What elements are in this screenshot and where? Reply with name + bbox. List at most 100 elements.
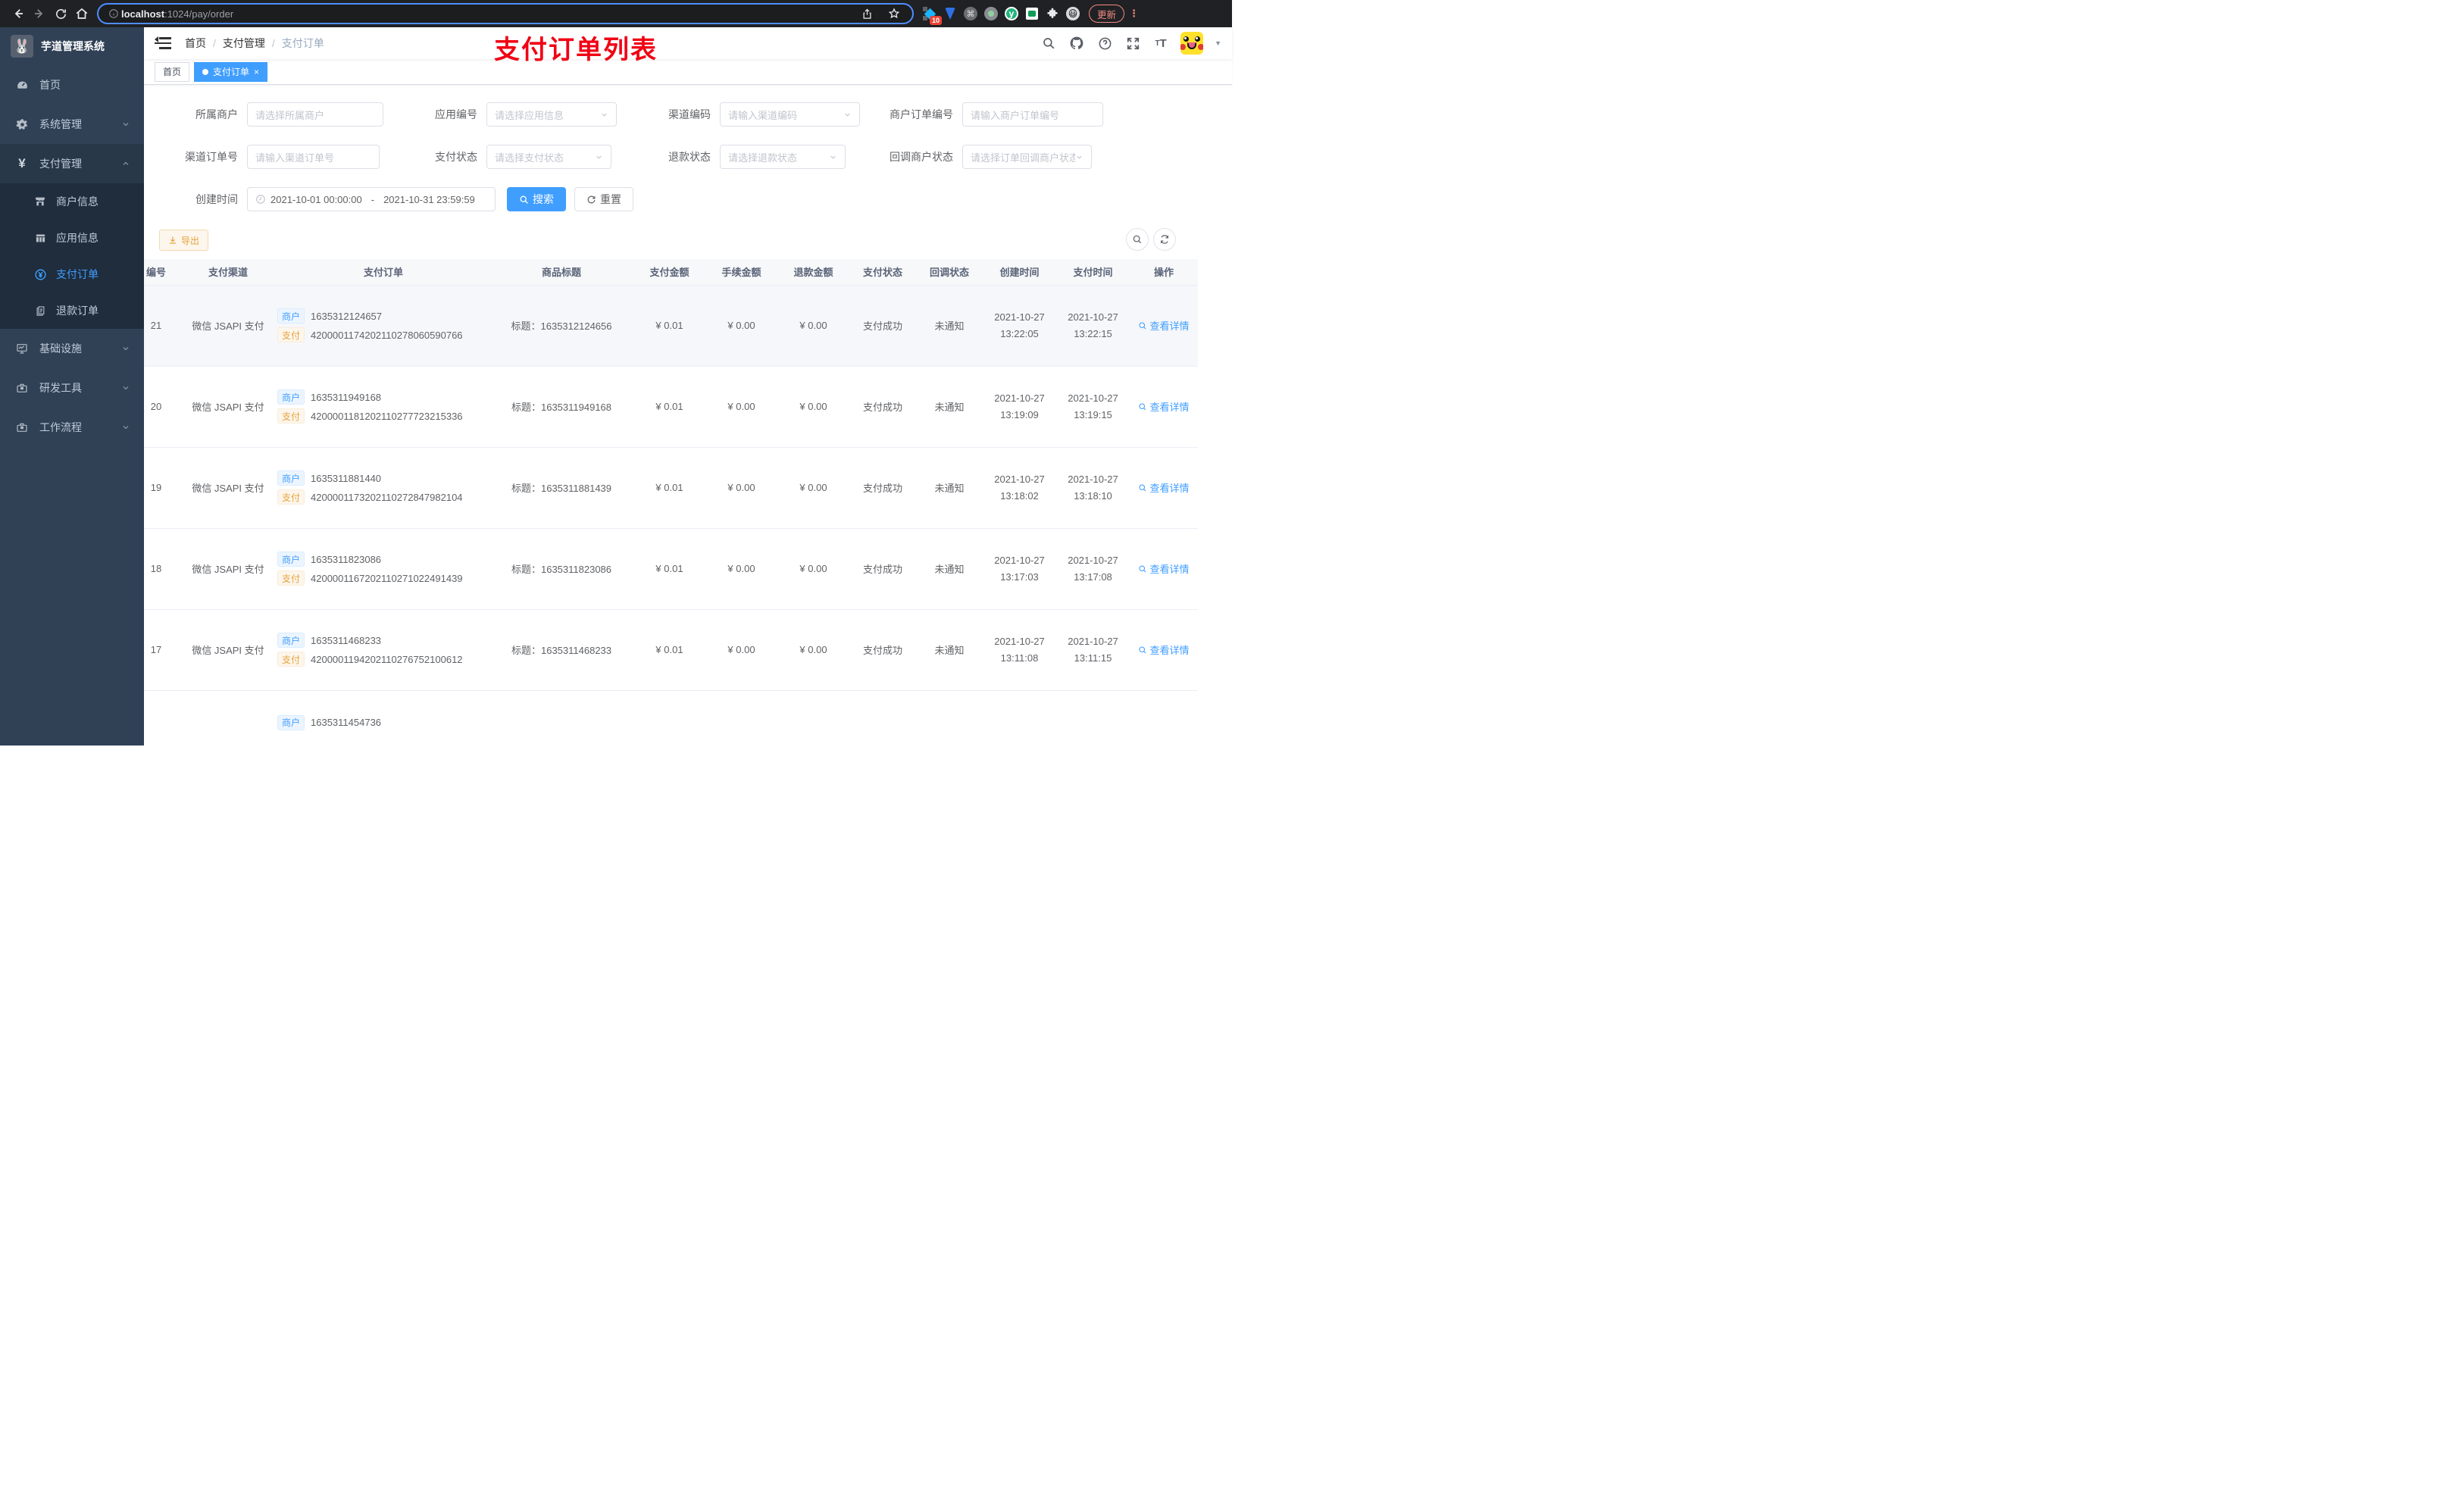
col-fee: 手续金额 [705, 259, 777, 286]
chevron-down-icon [1075, 153, 1083, 161]
merchant-order-no-input[interactable]: 请输入商户订单编号 [962, 102, 1103, 127]
sidebar-item-workflow[interactable]: 工作流程 [0, 408, 144, 447]
chevron-down-icon [121, 383, 130, 392]
caret-down-icon[interactable]: ▼ [1215, 39, 1221, 47]
filter-notify-status: 回调商户状态 请选择订单回调商户状态 [861, 145, 1092, 169]
col-pay-time: 支付时间 [1056, 259, 1130, 286]
sidebar-collapse-icon[interactable] [155, 36, 171, 50]
close-icon[interactable]: × [254, 67, 259, 77]
pay-status-select[interactable]: 请选择支付状态 [486, 145, 611, 169]
orders-table-wrapper: 编号 支付渠道 支付订单 商品标题 支付金额 手续金额 退款金额 支付状态 回调… [144, 259, 1232, 741]
search-button[interactable]: 搜索 [507, 187, 566, 211]
ext-puzzle-icon[interactable] [1046, 7, 1059, 20]
extensions-strip: 10 ⌘ y 😃 [923, 7, 1080, 25]
fullscreen-icon[interactable] [1124, 35, 1141, 52]
back-icon[interactable] [8, 3, 29, 24]
col-pay-status: 支付状态 [849, 259, 916, 286]
clock-icon [255, 194, 266, 205]
browser-menu-icon[interactable]: ⋮ [1129, 8, 1139, 20]
active-dot [202, 68, 209, 75]
sidebar-item-label: 商户信息 [56, 195, 98, 208]
col-notify-status: 回调状态 [916, 259, 983, 286]
channel-code-select[interactable]: 请输入渠道编码 [720, 102, 860, 127]
merchant-tag: 商户 [277, 308, 305, 324]
sidebar-item-label: 研发工具 [39, 382, 82, 394]
top-navbar: 首页 / 支付管理 / 支付订单 支付订单列表 TT ▼ [144, 27, 1232, 64]
ext-record-icon[interactable] [984, 7, 998, 20]
col-order: 支付订单 [277, 259, 489, 286]
view-detail-link[interactable]: 查看详情 [1138, 399, 1190, 414]
pay-tag: 支付 [277, 408, 305, 424]
merchant-tag: 商户 [277, 552, 305, 567]
site-info-icon[interactable] [106, 3, 121, 24]
pay-tag: 支付 [277, 652, 305, 667]
chevron-down-icon [843, 111, 852, 119]
filter-row-3: 创建时间 2021-10-01 00:00:00 - 2021-10-31 23… [144, 187, 1232, 211]
merchant-tag: 商户 [277, 389, 305, 405]
sidebar-item-label: 支付订单 [56, 268, 98, 280]
sidebar-item-app[interactable]: 应用信息 [0, 220, 144, 256]
shop-icon [33, 195, 47, 208]
view-detail-link[interactable]: 查看详情 [1138, 480, 1190, 495]
share-icon[interactable] [856, 3, 877, 24]
user-avatar[interactable] [1180, 32, 1204, 55]
home-icon[interactable] [71, 3, 92, 24]
app-logo-row[interactable]: 🐰 芋道管理系统 [0, 27, 144, 65]
channel-order-no-input[interactable]: 请输入渠道订单号 [247, 145, 380, 169]
bookmark-star-icon[interactable] [883, 3, 905, 24]
sidebar-item-pay[interactable]: ¥ 支付管理 [0, 144, 144, 183]
notify-status-select[interactable]: 请选择订单回调商户状态 [962, 145, 1092, 169]
filter-row-1: 所属商户 请选择所属商户 应用编号 请选择应用信息 渠道编码 请输入渠道编码 商… [144, 102, 1232, 127]
ext-kite-icon[interactable] [943, 7, 957, 20]
sidebar-item-home[interactable]: 首页 [0, 65, 144, 105]
col-actions: 操作 [1130, 259, 1198, 286]
sidebar-item-infra[interactable]: 基础设施 [0, 329, 144, 368]
breadcrumb-home[interactable]: 首页 [185, 36, 206, 51]
view-detail-link[interactable]: 查看详情 [1138, 318, 1190, 333]
col-id: 编号 [144, 259, 179, 286]
browser-profile-avatar[interactable]: 😃 [1066, 7, 1080, 20]
sidebar-item-devtool[interactable]: 研发工具 [0, 368, 144, 408]
url-host: localhost [121, 8, 165, 20]
refresh-button[interactable] [1153, 228, 1176, 251]
sidebar-item-label: 基础设施 [39, 342, 82, 355]
reset-button[interactable]: 重置 [574, 187, 633, 211]
table-row: 19 微信 JSAPI 支付 商户 1635311881440 支付 4200001… [144, 447, 1198, 529]
ext-chat-icon[interactable] [1025, 7, 1039, 20]
sidebar-item-system[interactable]: 系统管理 [0, 105, 144, 144]
github-icon[interactable] [1068, 35, 1085, 52]
ext-command-icon[interactable]: ⌘ [964, 7, 977, 20]
url-bar[interactable]: localhost:1024/pay/order [97, 3, 914, 24]
font-size-icon[interactable]: TT [1152, 35, 1169, 52]
toggle-search-button[interactable] [1126, 228, 1149, 251]
table-header-row: 编号 支付渠道 支付订单 商品标题 支付金额 手续金额 退款金额 支付状态 回调… [144, 259, 1198, 286]
table-row: 20 微信 JSAPI 支付 商户 1635311949168 支付 4200001… [144, 366, 1198, 448]
filter-channel-order-no: 渠道订单号 请输入渠道订单号 [162, 145, 380, 169]
sidebar-item-label: 工作流程 [39, 421, 82, 433]
view-detail-link[interactable]: 查看详情 [1138, 561, 1190, 576]
sidebar-item-pay-order[interactable]: 支付订单 [0, 256, 144, 292]
reload-icon[interactable] [50, 3, 71, 24]
tag-pay-order[interactable]: 支付订单 × [194, 61, 268, 82]
col-channel: 支付渠道 [179, 259, 277, 286]
sidebar-item-merchant[interactable]: 商户信息 [0, 183, 144, 220]
help-icon[interactable] [1096, 35, 1113, 52]
view-detail-link[interactable]: 查看详情 [1138, 642, 1190, 657]
app-select[interactable]: 请选择应用信息 [486, 102, 617, 127]
chevron-down-icon [595, 153, 603, 161]
tag-home[interactable]: 首页 [155, 61, 190, 82]
browser-update-button[interactable]: 更新 [1089, 5, 1125, 23]
pay-tag: 支付 [277, 570, 305, 586]
chevron-down-icon [121, 120, 130, 129]
search-icon[interactable] [1040, 35, 1057, 52]
ext-diamond-icon[interactable]: 10 [923, 7, 942, 25]
col-pay-amount: 支付金额 [633, 259, 705, 286]
create-time-range-input[interactable]: 2021-10-01 00:00:00 - 2021-10-31 23:59:5… [247, 187, 496, 211]
sidebar-item-refund-order[interactable]: 退款订单 [0, 292, 144, 329]
refund-status-select[interactable]: 请选择退款状态 [720, 145, 846, 169]
export-button[interactable]: 导出 [159, 230, 209, 251]
forward-icon[interactable] [29, 3, 50, 24]
ext-y-icon[interactable]: y [1005, 7, 1018, 20]
merchant-select[interactable]: 请选择所属商户 [247, 102, 383, 127]
tags-view-bar: 首页 支付订单 × [144, 59, 1232, 85]
